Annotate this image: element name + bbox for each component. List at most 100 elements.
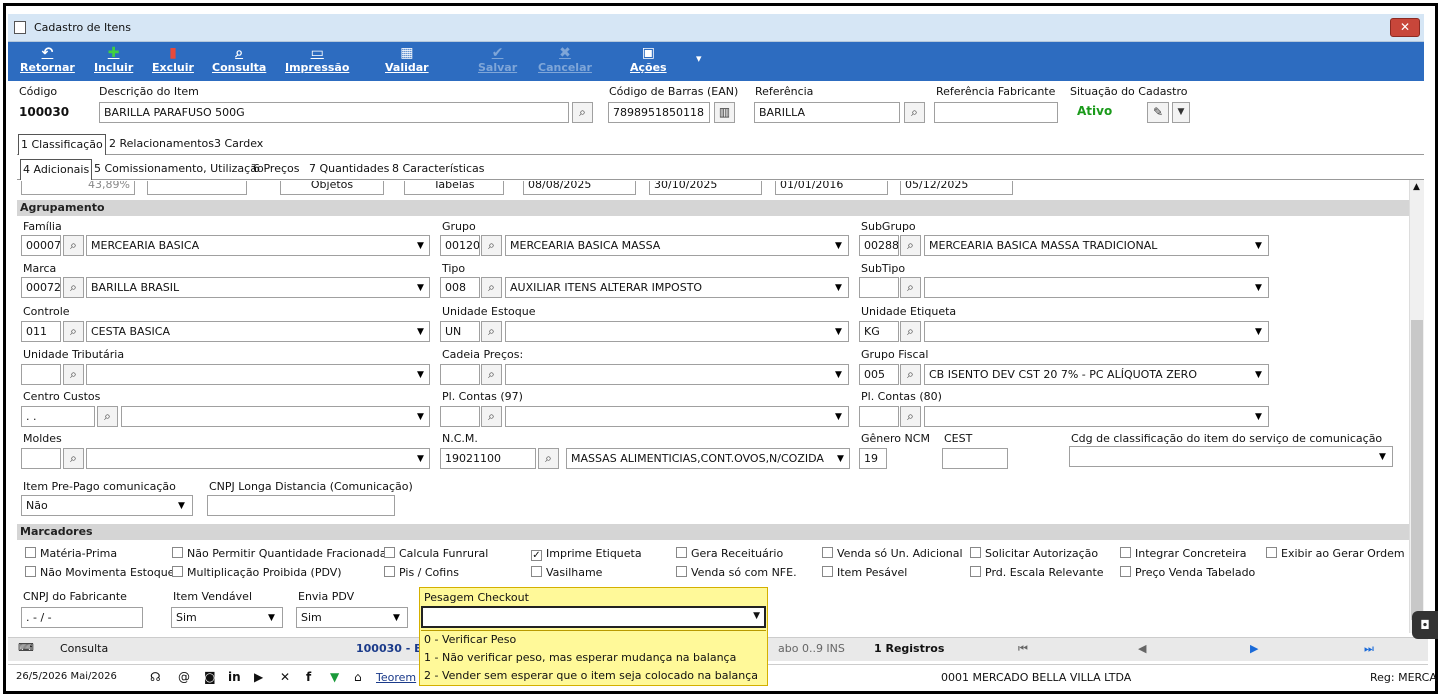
checkbox-12[interactable]: Vasilhame xyxy=(531,566,602,579)
unid-etiqueta-dropdown-icon[interactable]: ▼ xyxy=(1255,327,1262,337)
salvar-button[interactable]: ✔ Salvar xyxy=(478,45,517,75)
cest-input[interactable] xyxy=(942,448,1008,469)
subgrupo-dropdown-icon[interactable]: ▼ xyxy=(1255,241,1262,251)
checkbox-13[interactable]: Venda só com NFE. xyxy=(676,566,797,579)
checkbox-16[interactable]: Preço Venda Tabelado xyxy=(1120,566,1255,579)
checkbox-2[interactable]: Calcula Funrural xyxy=(384,547,488,560)
item-vendavel-select[interactable]: Sim xyxy=(171,607,283,628)
prev-record-icon[interactable]: ◀ xyxy=(1138,642,1146,655)
tab-cardex[interactable]: 3 Cardex xyxy=(212,134,265,155)
date-4-input[interactable]: 05/12/2025 xyxy=(900,181,1013,195)
unid-estoque-select[interactable] xyxy=(505,321,849,342)
next-record-icon[interactable]: ▶ xyxy=(1250,642,1258,655)
tab-adicionais[interactable]: 4 Adicionais xyxy=(20,159,93,180)
x-social-icon[interactable]: ✕ xyxy=(280,670,290,684)
validar-button[interactable]: ▦ Validar xyxy=(385,45,429,75)
partial-select[interactable] xyxy=(147,181,247,195)
pl-contas80-dropdown-icon[interactable]: ▼ xyxy=(1255,412,1262,422)
checkbox-box-icon[interactable] xyxy=(531,566,542,577)
checkbox-box-icon[interactable] xyxy=(676,566,687,577)
side-tab-icon[interactable]: ◘ xyxy=(1412,611,1438,639)
cadeia-search-icon[interactable]: ⌕ xyxy=(481,364,502,385)
percent-field[interactable]: 43,89% xyxy=(21,181,135,195)
grupo-dropdown-icon[interactable]: ▼ xyxy=(835,241,842,251)
tab-comissionamento[interactable]: 5 Comissionamento, Utilização xyxy=(92,159,266,180)
cdg-class-dropdown-icon[interactable]: ▼ xyxy=(1379,452,1386,462)
cadeia-dropdown-icon[interactable]: ▼ xyxy=(835,370,842,380)
checkbox-11[interactable]: Pis / Cofins xyxy=(384,566,459,579)
controle-dropdown-icon[interactable]: ▼ xyxy=(417,327,424,337)
instagram-icon[interactable]: ◙ xyxy=(204,670,216,684)
cadeia-select[interactable] xyxy=(505,364,849,385)
date-2-input[interactable]: 30/10/2025 xyxy=(649,181,762,195)
pl-contas97-dropdown-icon[interactable]: ▼ xyxy=(835,412,842,422)
envia-pdv-dropdown-icon[interactable]: ▼ xyxy=(393,613,400,623)
controle-code[interactable]: 011 xyxy=(21,321,61,342)
unid-etiqueta-search-icon[interactable]: ⌕ xyxy=(900,321,921,342)
ean-input[interactable]: 7898951850118 xyxy=(608,102,710,123)
impressao-button[interactable]: ▭ Impressão xyxy=(285,45,349,75)
youtube-icon[interactable]: ▶ xyxy=(254,670,263,684)
actions-dropdown-icon[interactable]: ▾ xyxy=(696,52,702,66)
first-record-icon[interactable]: ⏮ xyxy=(1018,642,1028,656)
checkbox-box-icon[interactable] xyxy=(25,547,36,558)
date-3-input[interactable]: 01/01/2016 xyxy=(775,181,888,195)
checkbox-5[interactable]: Venda só Un. Adicional xyxy=(822,547,963,560)
controle-select[interactable]: CESTA BASICA xyxy=(86,321,430,342)
ncm-search-icon[interactable]: ⌕ xyxy=(538,448,559,469)
tab-classificacao[interactable]: 1 Classificação xyxy=(18,134,106,155)
unid-trib-select[interactable] xyxy=(86,364,430,385)
barcode-icon[interactable]: ▥ xyxy=(714,102,735,123)
checkbox-box-icon[interactable] xyxy=(384,547,395,558)
checkbox-box-icon[interactable] xyxy=(1266,547,1277,558)
envia-pdv-select[interactable]: Sim xyxy=(296,607,408,628)
date-1-input[interactable]: 08/08/2025 xyxy=(523,181,636,195)
familia-search-icon[interactable]: ⌕ xyxy=(63,235,84,256)
ref-fabricante-input[interactable] xyxy=(934,102,1058,123)
ncm-select[interactable]: MASSAS ALIMENTICIAS,CONT.OVOS,N/COZIDA xyxy=(566,448,850,469)
familia-select[interactable]: MERCEARIA BASICA xyxy=(86,235,430,256)
teorema-link[interactable]: Teorem xyxy=(376,671,416,684)
checkbox-9[interactable]: Não Movimenta Estoque xyxy=(25,566,174,579)
vertical-scrollbar[interactable]: ▲ xyxy=(1409,180,1424,633)
unid-estoque-search-icon[interactable]: ⌕ xyxy=(481,321,502,342)
descricao-input[interactable]: BARILLA PARAFUSO 500G xyxy=(99,102,569,123)
subtipo-select[interactable] xyxy=(924,277,1269,298)
moldes-code[interactable] xyxy=(21,448,61,469)
subgrupo-search-icon[interactable]: ⌕ xyxy=(900,235,921,256)
tipo-select[interactable]: AUXILIAR ITENS ALTERAR IMPOSTO xyxy=(505,277,849,298)
pl-contas80-search-icon[interactable]: ⌕ xyxy=(900,406,921,427)
tipo-search-icon[interactable]: ⌕ xyxy=(481,277,502,298)
checkbox-box-icon[interactable] xyxy=(172,566,183,577)
checkbox-box-icon[interactable] xyxy=(676,547,687,558)
tipo-dropdown-icon[interactable]: ▼ xyxy=(835,283,842,293)
subtipo-search-icon[interactable]: ⌕ xyxy=(900,277,921,298)
pl-contas80-code[interactable] xyxy=(859,406,899,427)
checkbox-10[interactable]: Multiplicação Proibida (PDV) xyxy=(172,566,342,579)
subtipo-code[interactable] xyxy=(859,277,899,298)
centro-custos-select[interactable] xyxy=(121,406,430,427)
moldes-select[interactable] xyxy=(86,448,430,469)
checkbox-box-icon[interactable] xyxy=(822,547,833,558)
unid-trib-code[interactable] xyxy=(21,364,61,385)
grupo-select[interactable]: MERCEARIA BASICA MASSA xyxy=(505,235,849,256)
centro-custos-dropdown-icon[interactable]: ▼ xyxy=(417,412,424,422)
pesagem-option-1[interactable]: 1 - Não verificar peso, mas esperar muda… xyxy=(424,651,736,664)
linkedin-icon[interactable]: in xyxy=(228,670,241,684)
objetos-button[interactable]: Objetos xyxy=(280,181,384,195)
ncm-code[interactable]: 19021100 xyxy=(440,448,536,469)
checkbox-0[interactable]: Matéria-Prima xyxy=(25,547,117,560)
cnpj-longa-input[interactable] xyxy=(207,495,395,516)
pl-contas97-search-icon[interactable]: ⌕ xyxy=(481,406,502,427)
unid-etiqueta-code[interactable]: KG xyxy=(859,321,899,342)
pl-contas97-select[interactable] xyxy=(505,406,849,427)
pl-contas80-select[interactable] xyxy=(924,406,1269,427)
close-button[interactable]: ✕ xyxy=(1390,18,1420,37)
checkbox-box-icon[interactable]: ✓ xyxy=(531,550,542,561)
unid-estoque-code[interactable]: UN xyxy=(440,321,480,342)
checkbox-box-icon[interactable] xyxy=(970,566,981,577)
unid-estoque-dropdown-icon[interactable]: ▼ xyxy=(835,327,842,337)
acoes-button[interactable]: ▣ Ações xyxy=(630,45,667,75)
grupo-fiscal-select[interactable]: CB ISENTO DEV CST 20 7% - PC ALÍQUOTA ZE… xyxy=(924,364,1269,385)
subtipo-dropdown-icon[interactable]: ▼ xyxy=(1255,283,1262,293)
